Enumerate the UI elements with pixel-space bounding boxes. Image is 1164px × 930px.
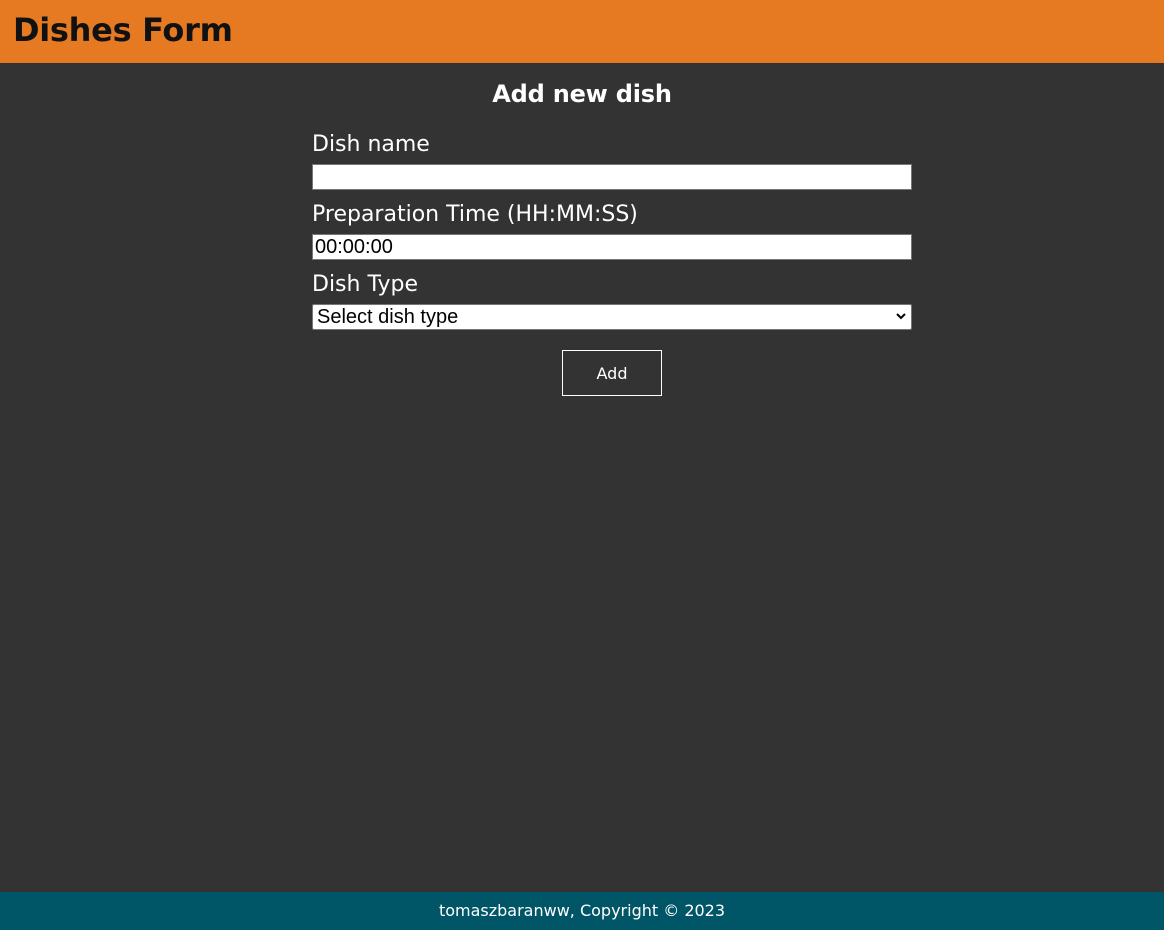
dish-name-input[interactable] xyxy=(312,164,912,190)
dish-type-select[interactable]: Select dish type xyxy=(312,304,912,330)
app-root: Dishes Form Add new dish Dish name Prepa… xyxy=(0,0,1164,930)
preparation-time-input[interactable] xyxy=(312,234,912,260)
footer: tomaszbaranww, Copyright © 2023 xyxy=(0,892,1164,930)
preparation-time-label: Preparation Time (HH:MM:SS) xyxy=(312,202,638,227)
top-header: Dishes Form xyxy=(0,0,1164,63)
add-button[interactable]: Add xyxy=(562,350,662,396)
main-content: Add new dish Dish name Preparation Time … xyxy=(0,63,1164,892)
app-title: Dishes Form xyxy=(13,11,233,49)
form-title: Add new dish xyxy=(492,80,672,108)
dish-type-select-wrapper: Select dish type xyxy=(312,304,912,330)
dish-type-label: Dish Type xyxy=(312,272,418,297)
dish-name-label: Dish name xyxy=(312,132,430,157)
footer-copyright: tomaszbaranww, Copyright © 2023 xyxy=(438,901,726,920)
